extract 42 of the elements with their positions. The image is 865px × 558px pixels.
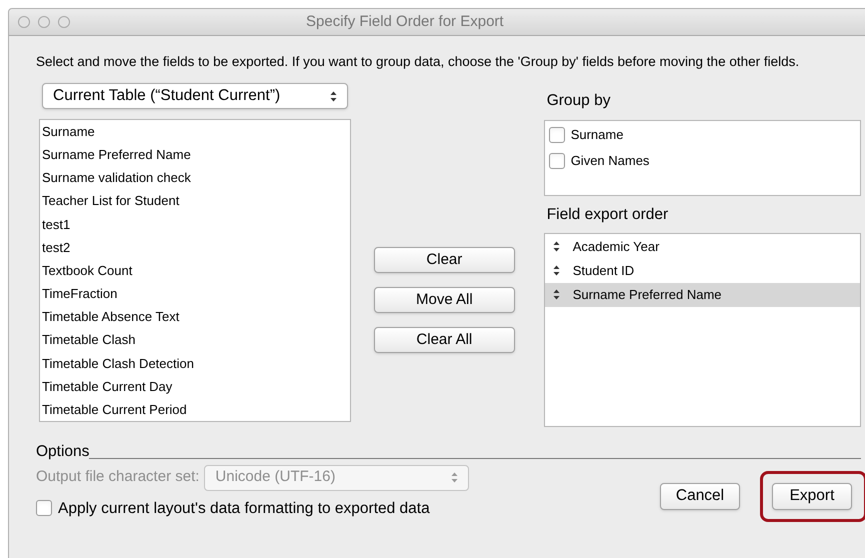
window-control-icon[interactable]	[58, 16, 70, 28]
checkbox[interactable]	[36, 500, 52, 516]
list-action-button[interactable]: Move All	[374, 287, 515, 313]
window-control-icon[interactable]	[18, 16, 30, 28]
list-action-button[interactable]: Clear All	[374, 327, 515, 353]
apply-formatting-label: Apply current layout's data formatting to exported data	[58, 498, 430, 518]
field-list-item[interactable]: test2	[42, 236, 350, 259]
instructions-text: Select and move the fields to be exported. If you want to group data, choose the 'Group by' fields before moving the other fields.	[36, 53, 800, 70]
list-action-button[interactable]: Clear	[374, 247, 515, 273]
field-list-item[interactable]: TimeFraction	[42, 282, 350, 306]
reorder-handle-icon	[552, 289, 560, 300]
field-list-item[interactable]: Timetable Current Period	[42, 398, 350, 421]
group-by-heading: Group by	[546, 91, 612, 111]
field-list-item[interactable]: test1	[42, 212, 350, 236]
window-title: Specify Field Order for Export	[306, 12, 504, 32]
updown-icon	[330, 90, 337, 102]
field-list-item[interactable]: Surname validation check	[42, 166, 350, 190]
reorder-handle-icon	[552, 265, 560, 276]
field-list-item[interactable]: Surname	[42, 120, 350, 144]
dialog-button[interactable]: Cancel	[660, 482, 740, 510]
export-order-item[interactable]: Student ID	[544, 258, 860, 282]
options-heading: Options	[36, 442, 90, 460]
field-list-item[interactable]: Teacher List for Student	[42, 189, 350, 213]
updown-icon	[451, 472, 458, 483]
window-control-icon[interactable]	[38, 16, 50, 28]
group-by-option: Surname	[570, 125, 624, 145]
table-select[interactable]: Current Table (“Student Current”)	[42, 83, 348, 109]
charset-label: Output file character set:	[36, 467, 200, 488]
field-list-item[interactable]: Timetable Clash Detection	[42, 352, 350, 375]
checkbox[interactable]	[548, 127, 565, 143]
export-order-item[interactable]: Academic Year	[544, 234, 860, 258]
dialog-button[interactable]: Export	[772, 482, 852, 510]
export-order-heading: Field export order	[546, 205, 670, 226]
reorder-handle-icon	[552, 241, 560, 252]
checkbox[interactable]	[548, 152, 565, 168]
field-list-item[interactable]: Timetable Clash	[42, 328, 350, 352]
group-by-option: Given Names	[570, 150, 650, 170]
field-list-item[interactable]: Timetable Current Day	[42, 374, 350, 398]
field-list-item[interactable]: Timetable Absence Text	[42, 305, 350, 328]
field-list-item[interactable]: Surname Preferred Name	[42, 143, 350, 166]
field-list-item[interactable]: Textbook Count	[42, 258, 350, 282]
export-order-item[interactable]: Surname Preferred Name	[544, 282, 860, 306]
